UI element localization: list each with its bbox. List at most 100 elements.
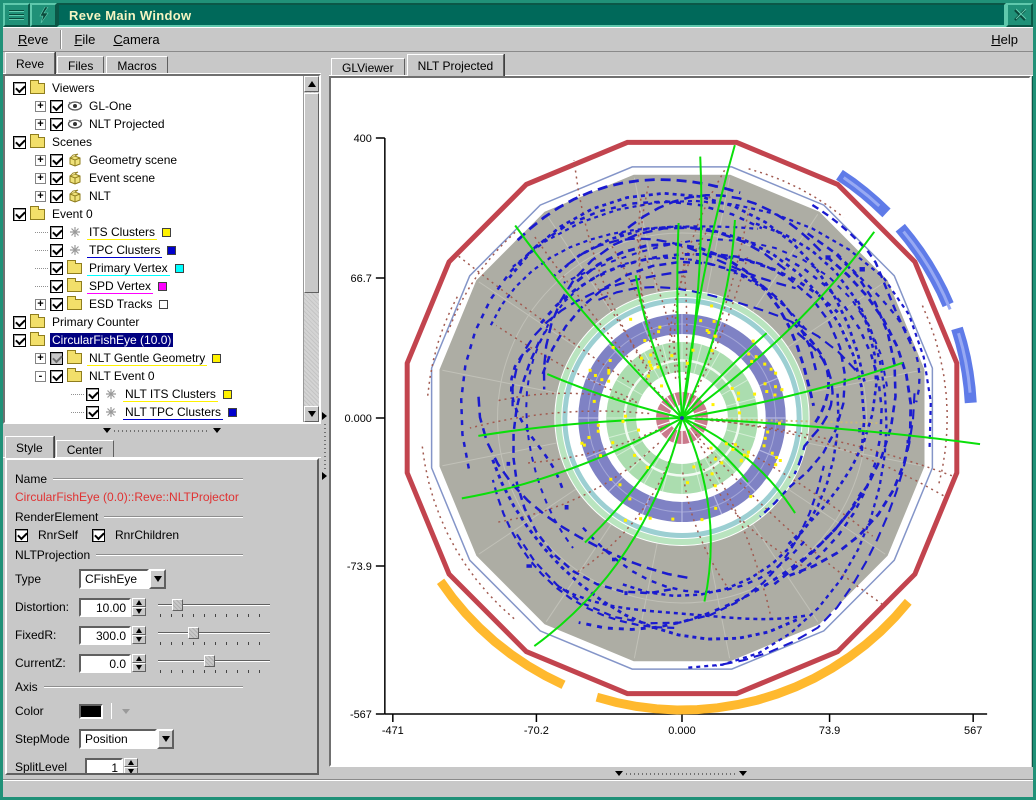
- tree-item-nlt-projected[interactable]: + NLT Projected: [9, 115, 303, 133]
- tree-item-label[interactable]: NLT Event 0: [87, 369, 157, 383]
- tree-checkbox[interactable]: [50, 280, 63, 293]
- window-iconify-button[interactable]: [30, 3, 57, 27]
- expand-icon[interactable]: +: [35, 353, 46, 364]
- menu-file[interactable]: File: [65, 29, 104, 50]
- window-menu-button[interactable]: [3, 3, 30, 27]
- tree-item-nlt[interactable]: + NLT: [9, 187, 303, 205]
- scroll-thumb[interactable]: [304, 93, 319, 293]
- expand-icon[interactable]: +: [35, 155, 46, 166]
- tree-item-nlt-event-0[interactable]: - NLT Event 0: [9, 367, 303, 385]
- tree-item-esd-tracks[interactable]: + ESD Tracks: [9, 295, 303, 313]
- tab-center[interactable]: Center: [56, 440, 114, 458]
- tree-style-splitter[interactable]: [3, 424, 321, 436]
- tree-checkbox[interactable]: [50, 298, 63, 311]
- tree-item-event-0[interactable]: Event 0: [9, 205, 303, 223]
- menu-help[interactable]: Help: [982, 29, 1027, 50]
- tree-checkbox[interactable]: [50, 262, 63, 275]
- collapse-icon[interactable]: -: [35, 371, 46, 382]
- currentz-input[interactable]: 0.0: [79, 654, 131, 673]
- tree-item-label[interactable]: NLT Gentle Geometry: [87, 351, 207, 366]
- expand-icon[interactable]: +: [35, 191, 46, 202]
- expand-icon[interactable]: +: [35, 173, 46, 184]
- spin-up-button[interactable]: [124, 758, 138, 767]
- tree-checkbox[interactable]: [50, 172, 63, 185]
- tree-item-label[interactable]: GL-One: [87, 99, 134, 113]
- distortion-slider[interactable]: [158, 597, 270, 617]
- currentz-slider[interactable]: [158, 653, 270, 673]
- stepmode-select[interactable]: Position: [79, 729, 174, 749]
- panel-splitter[interactable]: [321, 52, 329, 779]
- tree-item-label[interactable]: Event 0: [50, 207, 95, 221]
- menu-camera[interactable]: Camera: [104, 29, 168, 50]
- tree-item-tpc-clusters[interactable]: TPC Clusters: [9, 241, 303, 259]
- tree-checkbox[interactable]: [50, 244, 63, 257]
- tree-checkbox[interactable]: [50, 154, 63, 167]
- tree-checkbox[interactable]: [13, 82, 26, 95]
- spin-up-button[interactable]: [132, 654, 146, 663]
- tree-checkbox[interactable]: [86, 388, 99, 401]
- tab-style[interactable]: Style: [5, 436, 54, 458]
- tree-item-label[interactable]: ITS Clusters: [87, 225, 157, 240]
- tab-macros[interactable]: Macros: [106, 56, 167, 74]
- slider-thumb[interactable]: [204, 655, 215, 667]
- tree-item-label[interactable]: NLT Projected: [87, 117, 167, 131]
- tree-item-label[interactable]: TPC Clusters: [87, 243, 162, 258]
- tree-item-label[interactable]: Viewers: [50, 81, 96, 95]
- tree-item-nlt-its-clusters[interactable]: NLT ITS Clusters: [9, 385, 303, 403]
- window-title-area[interactable]: Reve Main Window: [57, 3, 1006, 27]
- chevron-down-icon[interactable]: [157, 729, 174, 749]
- tab-reve[interactable]: Reve: [5, 52, 55, 74]
- tree-checkbox[interactable]: [86, 406, 99, 419]
- spin-down-button[interactable]: [132, 663, 146, 672]
- tree-item-label[interactable]: Primary Counter: [50, 315, 141, 329]
- tab-glviewer[interactable]: GLViewer: [331, 58, 405, 76]
- tree-checkbox[interactable]: [13, 136, 26, 149]
- fixedr-input[interactable]: 300.0: [79, 626, 131, 645]
- rnrself-checkbox[interactable]: [15, 529, 28, 542]
- distortion-input[interactable]: 10.00: [79, 598, 131, 617]
- spin-up-button[interactable]: [132, 598, 146, 607]
- projection-type-select[interactable]: CFishEye: [79, 569, 166, 589]
- spin-down-button[interactable]: [132, 607, 146, 616]
- scroll-up-button[interactable]: [304, 76, 319, 92]
- tree-item-scenes[interactable]: Scenes: [9, 133, 303, 151]
- tree-checkbox[interactable]: [50, 352, 63, 365]
- chevron-down-icon[interactable]: [149, 569, 166, 589]
- tree-checkbox[interactable]: [50, 190, 63, 203]
- tree-item-spd-vertex[interactable]: SPD Vertex: [9, 277, 303, 295]
- tree-item-label[interactable]: NLT: [87, 189, 113, 203]
- tree-checkbox[interactable]: [13, 316, 26, 329]
- window-close-button[interactable]: [1006, 3, 1033, 27]
- tree-checkbox[interactable]: [50, 370, 63, 383]
- tree-item-primary-counter[interactable]: Primary Counter: [9, 313, 303, 331]
- tree-item-viewers[interactable]: Viewers: [9, 79, 303, 97]
- tree-item-label[interactable]: NLT ITS Clusters: [123, 387, 218, 402]
- menu-reve[interactable]: Reve: [9, 29, 57, 50]
- slider-thumb[interactable]: [172, 599, 183, 611]
- tree-item-label[interactable]: Event scene: [87, 171, 157, 185]
- tree-item-label[interactable]: Geometry scene: [87, 153, 179, 167]
- spin-down-button[interactable]: [132, 635, 146, 644]
- tree-item-nlt-gentle-geometry[interactable]: + NLT Gentle Geometry: [9, 349, 303, 367]
- expand-icon[interactable]: +: [35, 101, 46, 112]
- tree-item-label[interactable]: ESD Tracks: [87, 297, 154, 311]
- tree-item-label[interactable]: NLT TPC Clusters: [123, 405, 223, 420]
- tree-item-primary-vertex[interactable]: Primary Vertex: [9, 259, 303, 277]
- tree-item-geometry-scene[interactable]: + Geometry scene: [9, 151, 303, 169]
- tree-item-nlt-tpc-clusters[interactable]: NLT TPC Clusters: [9, 403, 303, 421]
- spin-up-button[interactable]: [132, 626, 146, 635]
- axis-color-swatch[interactable]: [79, 704, 103, 719]
- tree-checkbox[interactable]: [50, 118, 63, 131]
- tree-item-label[interactable]: SPD Vertex: [87, 279, 153, 294]
- viewer-splitter[interactable]: [329, 767, 1033, 779]
- tree-item-label[interactable]: Scenes: [50, 135, 94, 149]
- expand-icon[interactable]: +: [35, 299, 46, 310]
- tree-checkbox[interactable]: [13, 334, 26, 347]
- tree-item-its-clusters[interactable]: ITS Clusters: [9, 223, 303, 241]
- expand-icon[interactable]: +: [35, 119, 46, 130]
- tab-files[interactable]: Files: [57, 56, 104, 74]
- tree-checkbox[interactable]: [50, 100, 63, 113]
- spin-down-button[interactable]: [124, 767, 138, 775]
- tree-item-circularfisheye-10-0[interactable]: CircularFishEye (10.0): [9, 331, 303, 349]
- tree-item-label[interactable]: CircularFishEye (10.0): [50, 333, 173, 347]
